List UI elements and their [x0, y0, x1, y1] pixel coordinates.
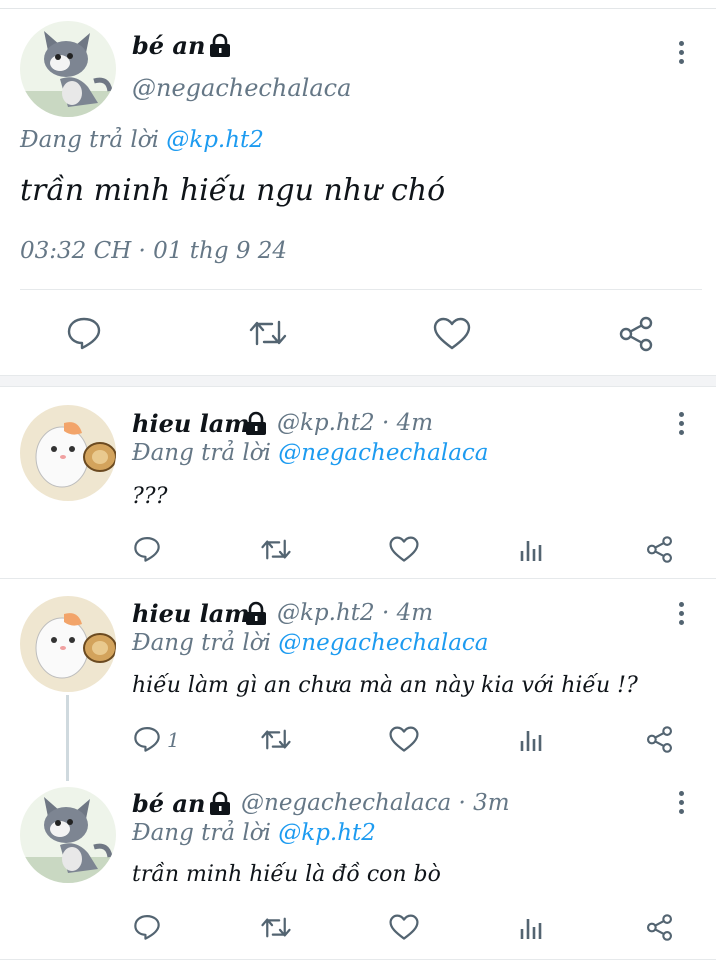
avatar-cat[interactable] [20, 21, 116, 117]
reply-prefix: Đang trả lời [132, 440, 271, 466]
share-icon[interactable] [645, 725, 674, 758]
views-icon[interactable] [519, 915, 545, 945]
reply-prefix: Đang trả lời [132, 630, 271, 656]
reply-to-link[interactable]: @kp.ht2 [166, 127, 264, 153]
user-handle[interactable]: @negachechalaca · 3m [241, 790, 510, 816]
relative-time: · 4m [381, 410, 434, 436]
reply-prefix: Đang trả lời [132, 820, 271, 846]
like-icon[interactable] [433, 317, 471, 355]
avatar-hamster[interactable] [20, 405, 116, 501]
avatar-cat[interactable] [20, 787, 116, 883]
lock-icon [207, 791, 233, 821]
views-icon[interactable] [519, 727, 545, 757]
share-icon[interactable] [645, 535, 674, 568]
lock-icon [243, 601, 269, 631]
display-name[interactable]: bé an [132, 31, 205, 60]
views-icon[interactable] [519, 537, 545, 567]
tweet-text: ??? [132, 484, 168, 509]
more-options-icon[interactable] [675, 602, 687, 628]
user-handle[interactable]: @kp.ht2 · 4m [277, 600, 433, 626]
more-options-icon[interactable] [675, 791, 687, 817]
reply-to-link[interactable]: @kp.ht2 [278, 820, 376, 846]
handle-text: @kp.ht2 [277, 410, 375, 436]
reply-icon[interactable] [133, 535, 161, 567]
share-icon[interactable] [617, 315, 655, 357]
lock-icon [243, 411, 269, 441]
like-icon[interactable] [389, 726, 419, 757]
reply-count: 1 [167, 728, 180, 752]
reply-context: Đang trả lời @kp.ht2 [132, 820, 376, 846]
reply-prefix: Đang trả lời [20, 127, 159, 153]
retweet-icon[interactable] [248, 316, 288, 354]
more-options-icon[interactable] [675, 41, 687, 67]
reply-icon[interactable] [133, 725, 161, 757]
share-icon[interactable] [645, 913, 674, 946]
display-name[interactable]: hieu lam [132, 599, 250, 628]
reply-context: Đang trả lời @negachechalaca [132, 630, 489, 656]
avatar-hamster[interactable] [20, 596, 116, 692]
reply-to-link[interactable]: @negachechalaca [278, 440, 488, 466]
retweet-icon[interactable] [260, 726, 292, 757]
reply-context: Đang trả lời @negachechalaca [132, 440, 489, 466]
user-handle[interactable]: @negachechalaca [132, 74, 351, 102]
user-handle[interactable]: @kp.ht2 · 4m [277, 410, 433, 436]
thread-line [66, 695, 69, 781]
tweet-timestamp: 03:32 CH · 01 thg 9 24 [20, 238, 288, 264]
section-separator [0, 375, 716, 387]
retweet-icon[interactable] [260, 914, 292, 945]
top-divider [0, 8, 716, 9]
stats-divider [20, 289, 702, 290]
bottom-divider [0, 959, 716, 960]
display-name[interactable]: bé an [132, 789, 205, 818]
like-icon[interactable] [389, 914, 419, 945]
reply-icon[interactable] [133, 913, 161, 945]
lock-icon [207, 33, 233, 63]
tweet-text: trần minh hiếu ngu như chó [20, 173, 446, 208]
reply-to-link[interactable]: @negachechalaca [278, 630, 488, 656]
reply-icon[interactable] [66, 315, 102, 355]
reply-divider [0, 578, 716, 579]
handle-text: @negachechalaca [241, 790, 452, 816]
retweet-icon[interactable] [260, 536, 292, 567]
handle-text: @kp.ht2 [277, 600, 375, 626]
reply-context: Đang trả lời @kp.ht2 [20, 127, 264, 153]
tweet-text: hiếu làm gì an chưa mà an này kia với hi… [132, 673, 638, 698]
tweet-text: trần minh hiếu là đồ con bò [132, 862, 441, 887]
relative-time: · 4m [381, 600, 434, 626]
relative-time: · 3m [458, 790, 510, 816]
display-name[interactable]: hieu lam [132, 409, 250, 438]
like-icon[interactable] [389, 536, 419, 567]
more-options-icon[interactable] [675, 412, 687, 438]
